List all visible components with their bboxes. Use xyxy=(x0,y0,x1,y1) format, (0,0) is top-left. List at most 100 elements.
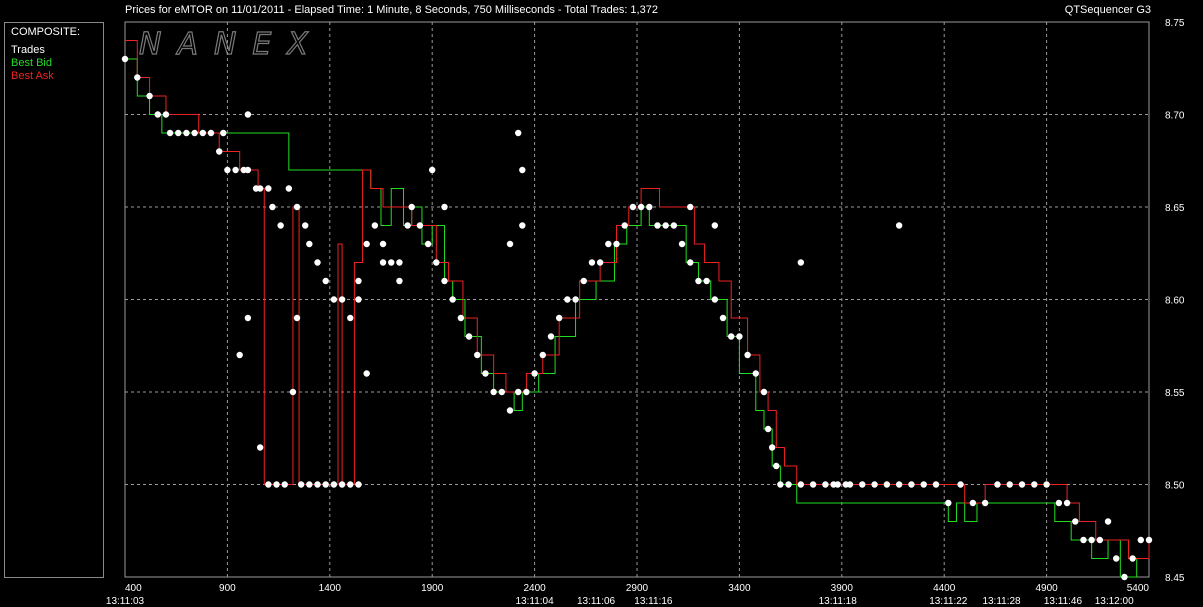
y-tick-label: 8.70 xyxy=(1165,111,1185,122)
trade-point xyxy=(347,481,354,488)
trade-point xyxy=(555,314,563,322)
trade-point xyxy=(728,333,735,340)
trade-point xyxy=(269,203,276,211)
trade-point xyxy=(531,370,538,377)
trade-point xyxy=(379,240,387,248)
trade-point xyxy=(490,388,497,396)
trade-point xyxy=(564,296,571,303)
trade-point xyxy=(1096,536,1104,544)
trade-point xyxy=(859,481,866,488)
trade-point xyxy=(797,481,805,488)
trade-point xyxy=(289,388,297,396)
trade-point xyxy=(474,351,481,359)
trade-point xyxy=(695,277,702,285)
nanex-watermark: NANEX xyxy=(139,27,324,62)
trade-point xyxy=(424,240,432,248)
trade-point xyxy=(314,259,321,266)
trade-point xyxy=(297,481,305,488)
trade-point xyxy=(273,481,280,488)
trade-point xyxy=(719,314,727,322)
y-tick-label: 8.50 xyxy=(1165,481,1185,492)
trade-point xyxy=(306,240,313,248)
trade-point xyxy=(764,425,772,433)
trade-point xyxy=(322,277,329,285)
trade-point xyxy=(1137,536,1145,544)
trade-point xyxy=(371,222,379,229)
trade-point xyxy=(1031,481,1038,488)
trade-point xyxy=(183,129,190,137)
trade-point xyxy=(822,481,829,488)
trade-point xyxy=(519,222,526,229)
time-label: 13:11:46 xyxy=(1044,596,1083,607)
trade-point xyxy=(347,314,354,322)
time-label: 13:11:18 xyxy=(819,596,858,607)
trade-point xyxy=(777,481,784,488)
trade-point xyxy=(121,55,129,63)
trade-point xyxy=(678,240,686,248)
price-chart: NANEX 8.45 8.50 8.55 8.60 8.65 8.70 8.75 400 900 1… xyxy=(106,18,1185,607)
trade-point xyxy=(711,296,719,303)
trade-point xyxy=(134,74,141,81)
trade-point xyxy=(519,166,526,174)
trade-point xyxy=(154,111,161,118)
trade-point xyxy=(457,314,465,322)
trade-point xyxy=(281,481,288,488)
trade-point xyxy=(957,481,964,488)
y-tick-label: 8.45 xyxy=(1165,573,1185,584)
trade-point xyxy=(482,370,489,377)
trade-point xyxy=(1104,518,1112,525)
trade-point xyxy=(388,259,395,266)
time-label: 13:11:03 xyxy=(106,596,145,607)
trade-point xyxy=(146,92,153,100)
time-label: 13:11:16 xyxy=(634,596,673,607)
trade-point xyxy=(981,499,989,507)
trade-point xyxy=(404,222,411,229)
trade-point xyxy=(994,481,1001,488)
trade-point xyxy=(465,333,473,340)
trade-point xyxy=(785,481,792,488)
trade-point xyxy=(293,314,301,322)
trade-point xyxy=(416,222,424,229)
trade-point xyxy=(293,203,301,211)
trade-point xyxy=(1121,573,1128,581)
trade-point xyxy=(637,203,645,211)
trade-point xyxy=(338,296,346,303)
trade-point xyxy=(969,499,977,507)
trade-point xyxy=(760,388,768,396)
trade-point xyxy=(306,481,313,488)
trade-point xyxy=(605,240,612,248)
trade-point xyxy=(1080,536,1087,544)
x-tick-label: 4900 xyxy=(1035,583,1058,594)
x-tick-label: 4400 xyxy=(933,583,956,594)
x-tick-label: 3400 xyxy=(728,583,751,594)
trade-point xyxy=(629,203,637,211)
trade-point xyxy=(408,203,415,211)
trade-point xyxy=(515,388,522,396)
trade-point xyxy=(687,259,694,266)
trade-point xyxy=(646,203,653,211)
x-tick-label: 1400 xyxy=(319,583,342,594)
trade-point xyxy=(687,203,694,211)
trade-point xyxy=(895,222,903,229)
trade-point xyxy=(355,277,362,285)
trade-point xyxy=(572,296,579,303)
trade-point xyxy=(277,222,284,229)
trade-point xyxy=(363,370,370,377)
trade-point xyxy=(191,129,198,137)
trade-point xyxy=(498,388,506,396)
trade-point xyxy=(1145,536,1153,544)
trade-point xyxy=(322,481,329,488)
y-tick-label: 8.75 xyxy=(1165,18,1185,29)
trade-point xyxy=(945,499,952,507)
trade-point xyxy=(330,481,338,488)
trade-point xyxy=(744,351,751,359)
trade-point xyxy=(580,277,587,285)
trade-point xyxy=(433,259,440,266)
trade-point xyxy=(797,259,805,266)
trade-point xyxy=(396,259,403,266)
trade-point xyxy=(830,481,837,488)
trade-point xyxy=(396,277,403,285)
trade-point xyxy=(506,407,514,414)
trade-point xyxy=(932,481,940,488)
trade-point xyxy=(523,388,530,396)
